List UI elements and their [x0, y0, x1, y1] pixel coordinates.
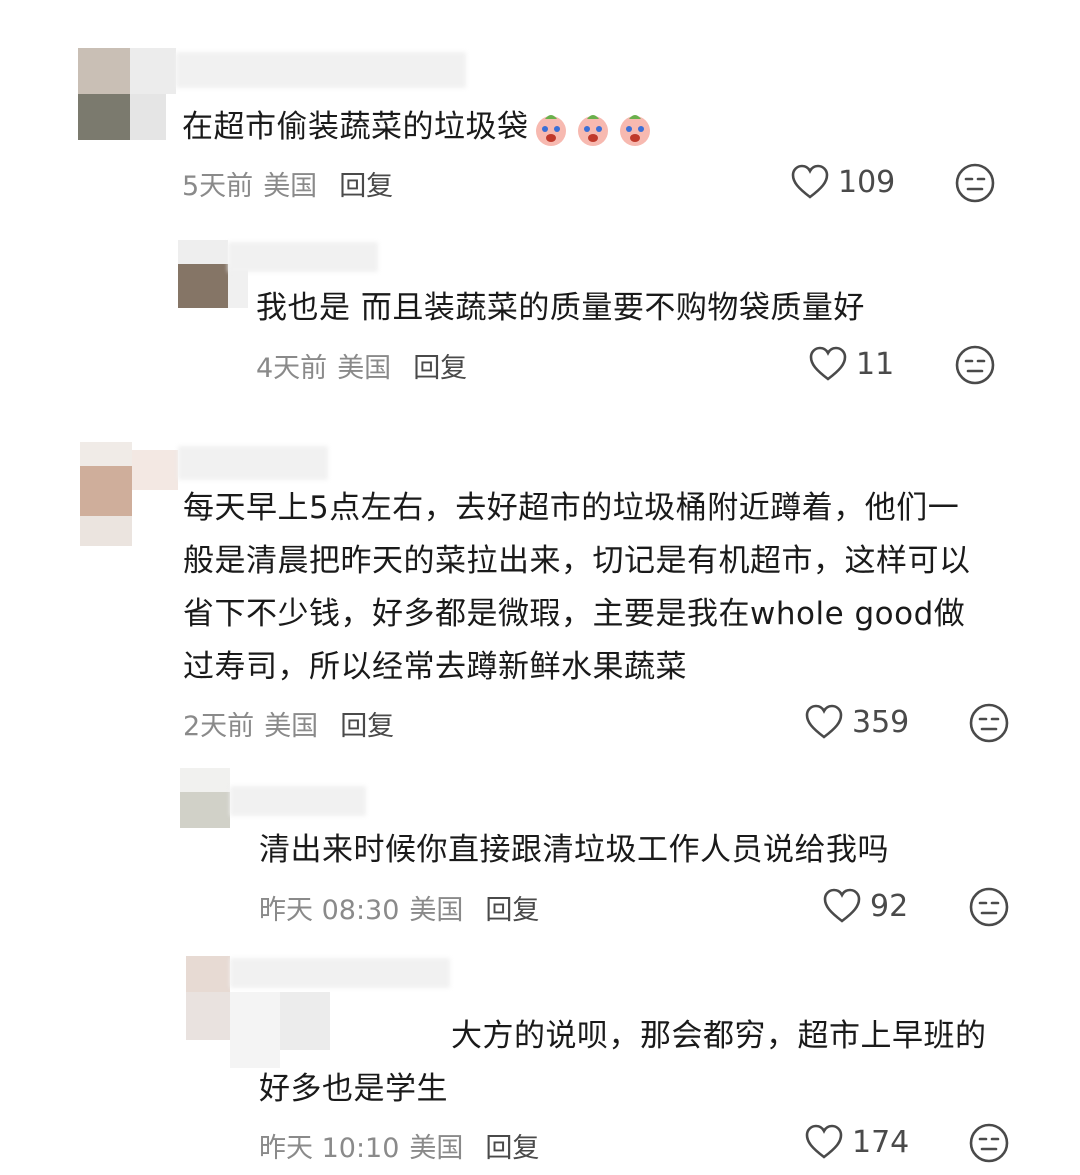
comment-text: 在超市偷装蔬菜的垃圾袋	[182, 101, 657, 154]
dislike-face-icon[interactable]	[954, 344, 996, 386]
location: 美国	[337, 353, 392, 384]
heart-icon	[791, 164, 829, 199]
like-button[interactable]: 92	[822, 888, 908, 924]
heart-icon	[805, 1124, 843, 1159]
comment-text-content: 在超市偷装蔬菜的垃圾袋	[182, 109, 529, 145]
heart-icon	[823, 888, 861, 923]
reply-button[interactable]: 回复	[339, 171, 393, 202]
comment-meta: 昨天 10:10 美国 回复	[259, 1126, 539, 1165]
timestamp: 4天前	[256, 353, 328, 384]
crying-baby-emoji	[577, 114, 608, 146]
comment-meta: 昨天 08:30 美国 回复	[259, 888, 539, 927]
dislike-face-icon[interactable]	[968, 1122, 1010, 1164]
crying-baby-emoji	[619, 114, 650, 146]
reply-button[interactable]: 回复	[485, 1133, 539, 1164]
comment-text: 每天早上5点左右，去好超市的垃圾桶附近蹲着，他们一 般是清晨把昨天的菜拉出来，切…	[183, 482, 971, 694]
reply-button[interactable]: 回复	[340, 711, 394, 742]
comment-text: 大方的说呗，那会都穷，超市上早班的 好多也是学生	[259, 1010, 1039, 1116]
like-count: 174	[852, 1124, 910, 1160]
comment-text-line: 好多也是学生	[259, 1071, 448, 1107]
heart-icon	[809, 346, 847, 381]
comment-text: 清出来时候你直接跟清垃圾工作人员说给我吗	[259, 832, 889, 868]
reply-button[interactable]: 回复	[413, 353, 467, 384]
location: 美国	[263, 171, 318, 202]
timestamp: 昨天 08:30	[259, 895, 400, 926]
dislike-face-icon[interactable]	[968, 702, 1010, 744]
location: 美国	[409, 895, 464, 926]
username[interactable]	[230, 958, 450, 988]
comment-text: 我也是 而且装蔬菜的质量要不购物袋质量好	[256, 290, 865, 326]
reply-item: 我也是 而且装蔬菜的质量要不购物袋质量好 4天前 美国 回复 11	[0, 220, 1080, 420]
crying-baby-emoji	[535, 114, 566, 146]
reply-item: 清出来时候你直接跟清垃圾工作人员说给我吗 昨天 08:30 美国 回复 92	[0, 760, 1080, 950]
like-count: 92	[870, 888, 909, 924]
comment-text-line: 大方的说呗，那会都穷，超市上早班的	[451, 1018, 987, 1054]
comment-text-line: 般是清晨把昨天的菜拉出来，切记是有机超市，这样可以	[183, 543, 971, 579]
comment-item: 每天早上5点左右，去好超市的垃圾桶附近蹲着，他们一 般是清晨把昨天的菜拉出来，切…	[0, 420, 1080, 760]
like-button[interactable]: 109	[790, 164, 895, 200]
timestamp: 2天前	[183, 711, 255, 742]
username[interactable]	[228, 242, 378, 272]
comment-text-line: 每天早上5点左右，去好超市的垃圾桶附近蹲着，他们一	[183, 490, 960, 526]
like-button[interactable]: 11	[808, 346, 894, 382]
timestamp: 昨天 10:10	[259, 1133, 400, 1164]
comment-meta: 2天前 美国 回复	[183, 704, 394, 743]
comment-meta: 4天前 美国 回复	[256, 346, 467, 385]
like-count: 109	[838, 164, 896, 200]
location: 美国	[409, 1133, 464, 1164]
comment-text-line: 省下不少钱，好多都是微瑕，主要是我在whole good做	[183, 596, 966, 632]
location: 美国	[264, 711, 319, 742]
like-button[interactable]: 174	[804, 1124, 909, 1160]
comment-text-line: 过寿司，所以经常去蹲新鲜水果蔬菜	[183, 649, 687, 685]
reply-button[interactable]: 回复	[485, 895, 539, 926]
username[interactable]	[176, 52, 466, 88]
username[interactable]	[230, 786, 366, 816]
dislike-face-icon[interactable]	[954, 162, 996, 204]
timestamp: 5天前	[182, 171, 254, 202]
emoji-row	[531, 109, 657, 149]
like-button[interactable]: 359	[804, 704, 909, 740]
dislike-face-icon[interactable]	[968, 886, 1010, 928]
like-count: 359	[852, 704, 910, 740]
comment-item: 在超市偷装蔬菜的垃圾袋 5天前 美国 回复 109	[0, 0, 1080, 220]
heart-icon	[805, 704, 843, 739]
like-count: 11	[856, 346, 895, 382]
reply-item: 大方的说呗，那会都穷，超市上早班的 好多也是学生 昨天 10:10 美国 回复 17…	[0, 950, 1080, 1175]
username[interactable]	[178, 446, 328, 480]
comment-meta: 5天前 美国 回复	[182, 164, 393, 203]
